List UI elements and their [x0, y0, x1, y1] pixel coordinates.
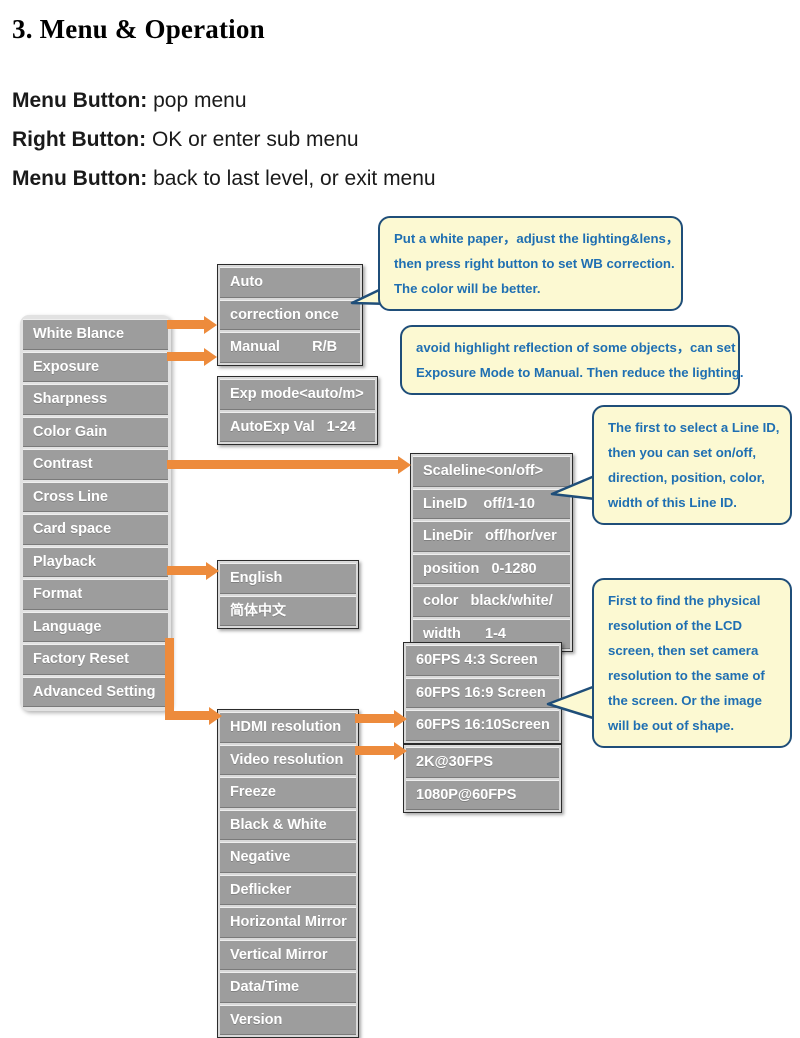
- callout-line: Exposure Mode to Manual. Then reduce the…: [416, 365, 744, 380]
- submenu-item-exp-mode[interactable]: Exp mode<auto/m>: [220, 379, 375, 410]
- intro-text: back to last level, or exit menu: [147, 167, 436, 190]
- callout-line: the screen. Or the image: [608, 693, 762, 708]
- submenu-item-deflicker[interactable]: Deflicker: [220, 874, 356, 905]
- submenu-item-simplified-chinese[interactable]: 简体中文: [220, 595, 356, 626]
- cross-line-submenu: Scaleline<on/off> LineID off/1-10 LineDi…: [410, 453, 573, 652]
- intro-line-menu-button-back: Menu Button: back to last level, or exit…: [12, 167, 436, 191]
- callout-line: screen, then set camera: [608, 643, 759, 658]
- submenu-item-vertical-mirror[interactable]: Vertical Mirror: [220, 939, 356, 970]
- submenu-item-black-and-white[interactable]: Black & White: [220, 809, 356, 840]
- intro-text: OK or enter sub menu: [146, 128, 359, 151]
- menu-item-exposure[interactable]: Exposure: [23, 351, 168, 382]
- menu-item-sharpness[interactable]: Sharpness: [23, 384, 168, 415]
- callout-line: direction, position, color,: [608, 470, 765, 485]
- submenu-item-data-time[interactable]: Data/Time: [220, 972, 356, 1003]
- menu-item-format[interactable]: Format: [23, 579, 168, 610]
- menu-item-language[interactable]: Language: [23, 611, 168, 642]
- submenu-item-color[interactable]: color black/white/: [413, 586, 570, 617]
- submenu-item-linedir[interactable]: LineDir off/hor/ver: [413, 521, 570, 552]
- arrow-white-blance-to-submenu: [167, 315, 217, 335]
- submenu-item-autoexp-val[interactable]: AutoExp Val 1-24: [220, 411, 375, 442]
- callout-white-balance: Put a white paper，adjust the lighting&le…: [378, 216, 683, 311]
- intro-label: Menu Button:: [12, 89, 148, 112]
- menu-item-advanced-setting[interactable]: Advanced Setting: [23, 676, 168, 707]
- submenu-item-60fps-16-9[interactable]: 60FPS 16:9 Screen: [406, 677, 559, 708]
- submenu-item-english[interactable]: English: [220, 563, 356, 594]
- menu-item-playback[interactable]: Playback: [23, 546, 168, 577]
- submenu-item-manual-rb[interactable]: Manual R/B: [220, 332, 360, 363]
- submenu-item-version[interactable]: Version: [220, 1004, 356, 1035]
- intro-line-menu-button-pop: Menu Button: pop menu: [12, 89, 247, 113]
- submenu-item-hdmi-resolution[interactable]: HDMI resolution: [220, 712, 356, 743]
- language-submenu: English 简体中文: [217, 560, 359, 629]
- callout-resolution: First to find the physical resolution of…: [592, 578, 792, 748]
- submenu-item-position[interactable]: position 0-1280: [413, 553, 570, 584]
- arrow-video-resolution-to-submenu: [355, 741, 410, 761]
- advanced-setting-submenu: HDMI resolution Video resolution Freeze …: [217, 709, 359, 1038]
- callout-line-id: The first to select a Line ID, then you …: [592, 405, 792, 525]
- main-menu: White Blance Exposure Sharpness Color Ga…: [20, 315, 171, 711]
- callout-line: The first to select a Line ID,: [608, 420, 780, 435]
- submenu-item-lineid[interactable]: LineID off/1-10: [413, 488, 570, 519]
- submenu-item-60fps-16-10[interactable]: 60FPS 16:10Screen: [406, 710, 559, 741]
- submenu-item-1080p-60fps[interactable]: 1080P@60FPS: [406, 779, 559, 810]
- arrow-advanced-setting-to-submenu: [165, 638, 225, 728]
- page-title: 3. Menu & Operation: [12, 14, 265, 44]
- submenu-item-negative[interactable]: Negative: [220, 842, 356, 873]
- submenu-item-horizontal-mirror[interactable]: Horizontal Mirror: [220, 907, 356, 938]
- intro-line-right-button-ok: Right Button: OK or enter sub menu: [12, 128, 359, 152]
- intro-label: Menu Button:: [12, 167, 148, 190]
- callout-exposure: avoid highlight reflection of some objec…: [400, 325, 744, 395]
- menu-item-contrast[interactable]: Contrast: [23, 449, 168, 480]
- callout-line: First to find the physical: [608, 593, 761, 608]
- menu-item-white-blance[interactable]: White Blance: [23, 319, 168, 350]
- arrow-cross-line-to-submenu: [167, 455, 412, 475]
- arrow-hdmi-resolution-to-submenu: [355, 709, 410, 729]
- menu-item-color-gain[interactable]: Color Gain: [23, 416, 168, 447]
- menu-item-card-space[interactable]: Card space: [23, 514, 168, 545]
- intro-text: pop menu: [147, 89, 247, 112]
- arrow-language-to-submenu: [167, 561, 222, 581]
- callout-line: width of this Line ID.: [608, 495, 737, 510]
- submenu-item-auto[interactable]: Auto: [220, 267, 360, 298]
- callout-line: The color will be better.: [394, 281, 541, 296]
- menu-operation-page: 3. Menu & Operation Menu Button: pop men…: [0, 0, 800, 1038]
- submenu-item-freeze[interactable]: Freeze: [220, 777, 356, 808]
- arrow-exposure-to-submenu: [167, 347, 217, 367]
- submenu-item-video-resolution[interactable]: Video resolution: [220, 744, 356, 775]
- callout-line: resolution of the LCD: [608, 618, 743, 633]
- menu-item-factory-reset[interactable]: Factory Reset: [23, 644, 168, 675]
- callout-line: avoid highlight reflection of some objec…: [416, 340, 736, 355]
- submenu-item-60fps-4-3[interactable]: 60FPS 4:3 Screen: [406, 645, 559, 676]
- callout-line: Put a white paper，adjust the lighting&le…: [394, 231, 680, 246]
- submenu-item-correction-once[interactable]: correction once: [220, 299, 360, 330]
- video-resolution-submenu: 2K@30FPS 1080P@60FPS: [403, 744, 562, 813]
- callout-line: will be out of shape.: [608, 718, 735, 733]
- callout-line: then press right button to set WB correc…: [394, 256, 675, 271]
- callout-line: then you can set on/off,: [608, 445, 756, 460]
- submenu-item-scaleline[interactable]: Scaleline<on/off>: [413, 456, 570, 487]
- menu-item-cross-line[interactable]: Cross Line: [23, 481, 168, 512]
- hdmi-resolution-submenu: 60FPS 4:3 Screen 60FPS 16:9 Screen 60FPS…: [403, 642, 562, 744]
- callout-line: resolution to the same of: [608, 668, 765, 683]
- submenu-item-2k-30fps[interactable]: 2K@30FPS: [406, 747, 559, 778]
- exposure-submenu: Exp mode<auto/m> AutoExp Val 1-24: [217, 376, 378, 445]
- white-balance-submenu: Auto correction once Manual R/B: [217, 264, 363, 366]
- intro-label: Right Button:: [12, 128, 147, 151]
